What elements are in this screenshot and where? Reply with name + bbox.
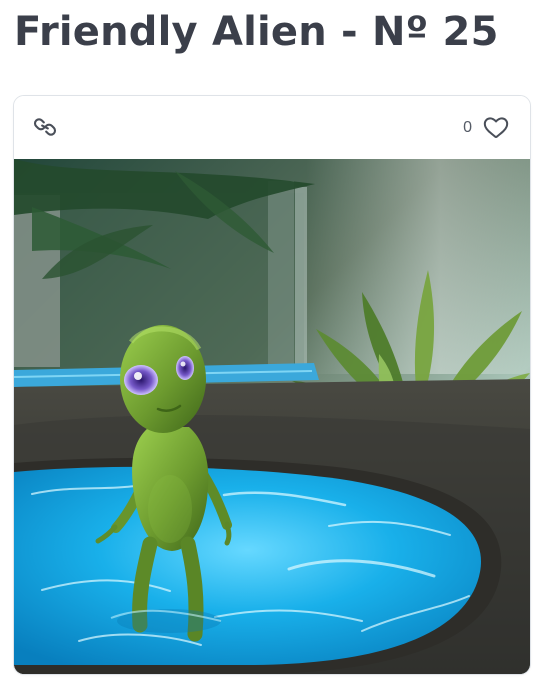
card-header: 0 <box>14 96 530 159</box>
nft-title: Friendly Alien - Nº 25 <box>14 9 499 55</box>
like-area: 0 <box>463 114 510 142</box>
heart-outline-icon <box>483 117 509 138</box>
copy-link-button[interactable] <box>32 115 58 139</box>
link-icon <box>33 118 57 136</box>
like-button[interactable] <box>482 115 510 141</box>
alien-artwork-image <box>14 159 530 674</box>
nft-card: 0 <box>13 95 531 675</box>
nft-artwork[interactable] <box>14 159 530 674</box>
like-count: 0 <box>463 119 472 136</box>
